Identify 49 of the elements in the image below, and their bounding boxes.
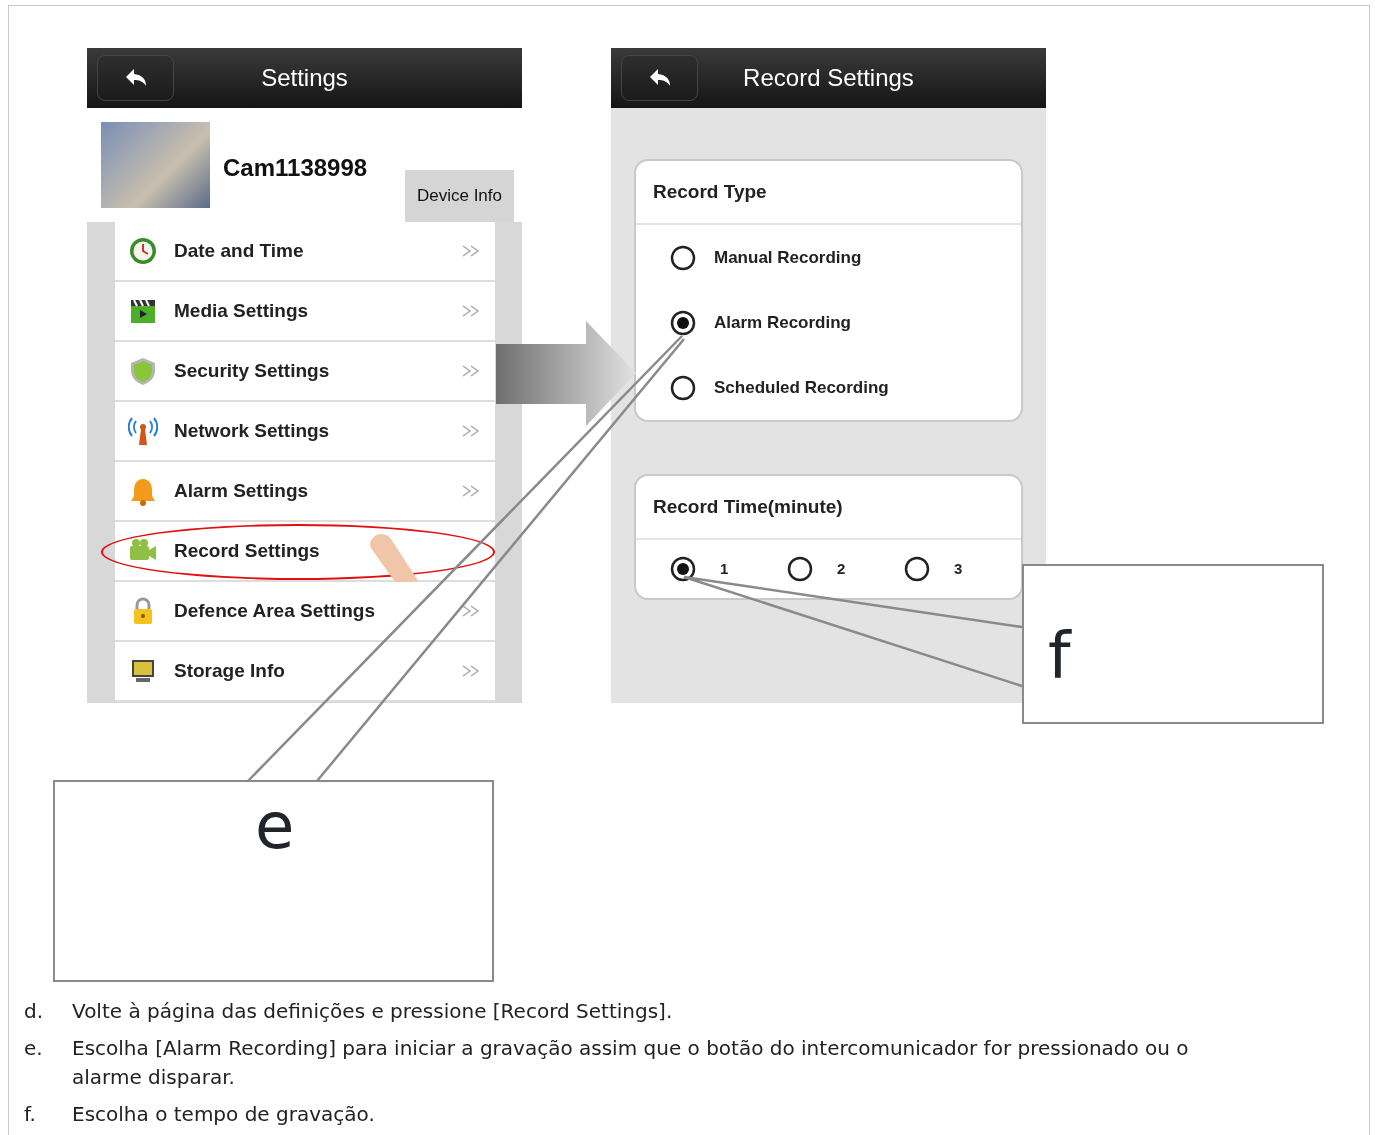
bell-icon — [128, 476, 158, 506]
option-label: 2 — [837, 558, 846, 579]
back-arrow-icon — [124, 68, 147, 88]
step-marker: e. — [24, 1035, 44, 1062]
radio-icon[interactable] — [904, 556, 930, 582]
settings-item-label: Defence Area Settings — [174, 598, 375, 623]
step-text: Escolha o tempo de gravação. — [72, 1101, 375, 1128]
callout-letter: e — [255, 789, 295, 863]
back-arrow-icon — [648, 68, 671, 88]
settings-item[interactable]: Storage Info — [115, 642, 495, 702]
settings-item-label: Storage Info — [174, 658, 285, 683]
card-heading: Record Type — [636, 161, 1021, 225]
radio-icon[interactable] — [787, 556, 813, 582]
settings-item[interactable]: Media Settings — [115, 282, 495, 342]
settings-item-label: Network Settings — [174, 418, 330, 443]
screen-title: Settings — [261, 63, 348, 93]
step-marker: f. — [24, 1101, 37, 1128]
settings-item-label: Security Settings — [174, 358, 330, 383]
settings-item[interactable]: Defence Area Settings — [115, 582, 495, 642]
card-heading: Record Time(minute) — [636, 476, 1021, 540]
step-marker: d. — [24, 998, 45, 1025]
camera-name: Cam1138998 — [223, 153, 368, 183]
back-button[interactable] — [97, 55, 174, 101]
settings-item-label: Record Settings — [174, 538, 320, 563]
step-text: Volte à página das definições e pressione [Record Settings]. — [72, 998, 673, 1025]
option-label: 3 — [954, 558, 963, 579]
radio-selected-icon[interactable] — [670, 309, 696, 336]
option-label: Manual Recording — [714, 246, 862, 269]
step-text: Escolha [Alarm Recording] para iniciar a gravação assim que o botão do intercomunicador for pressionado ou o alarme disparar. — [72, 1035, 1190, 1091]
screen-title: Record Settings — [743, 63, 914, 93]
callout-letter: f — [1048, 619, 1071, 693]
device-info-button[interactable]: Device Info — [404, 170, 514, 222]
settings-item-label: Alarm Settings — [174, 478, 309, 503]
antenna-icon — [128, 416, 158, 446]
radio-selected-icon[interactable] — [670, 556, 696, 582]
clock-icon — [128, 236, 158, 266]
settings-item[interactable]: Network Settings — [115, 402, 495, 462]
option-label: 1 — [720, 558, 729, 579]
settings-item[interactable]: Date and Time — [115, 222, 495, 282]
back-button[interactable] — [621, 55, 698, 101]
option-label: Scheduled Recording — [714, 376, 889, 399]
settings-item[interactable]: Alarm Settings — [115, 462, 495, 522]
radio-icon[interactable] — [670, 374, 696, 401]
settings-item-label: Date and Time — [174, 238, 304, 263]
settings-item-label: Media Settings — [174, 298, 309, 323]
radio-icon[interactable] — [670, 244, 696, 271]
settings-item[interactable]: Security Settings — [115, 342, 495, 402]
option-label: Alarm Recording — [714, 311, 851, 334]
shield-icon — [128, 356, 158, 386]
